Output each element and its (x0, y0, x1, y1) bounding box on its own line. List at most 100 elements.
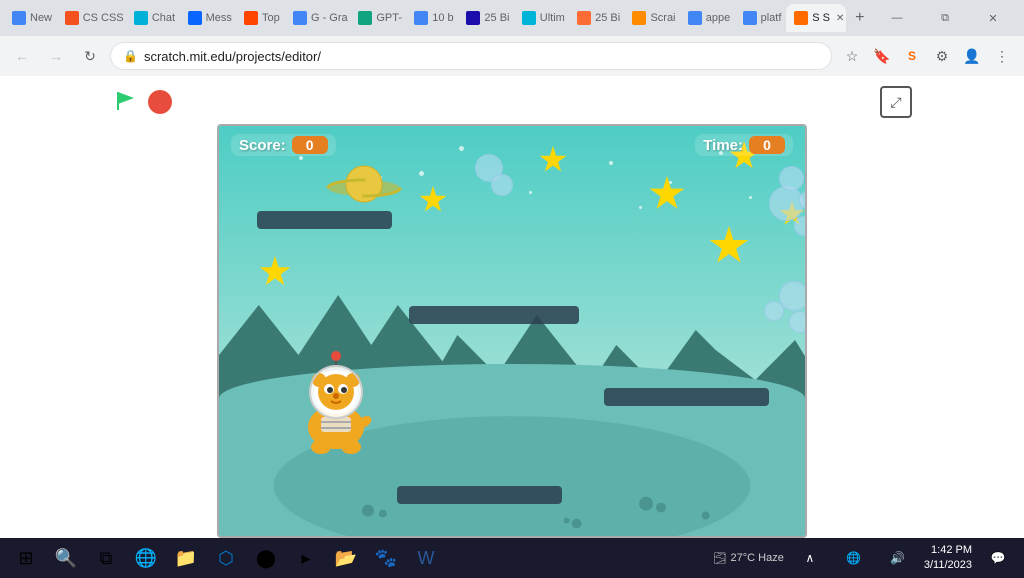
stop-button[interactable] (148, 90, 172, 114)
speck-6 (669, 181, 672, 184)
toolbar-icons: ☆ 🔖 S ⚙ 👤 ⋮ (838, 42, 1016, 70)
taskbar: ⊞ 🔍 ⧉ 🌐 📁 ⬡ ⬤ ▸ 📂 🐾 W 🌫 27°C Haze ∧ 🌐 🔊 … (0, 538, 1024, 578)
tab-css[interactable]: CS CSS (57, 4, 124, 32)
speck-8 (749, 196, 752, 199)
tab-scratch-active[interactable]: S S ✕ (786, 4, 845, 32)
menu-icon[interactable]: ⋮ (988, 42, 1016, 70)
restore-button[interactable]: ⧉ (922, 4, 968, 32)
tab-scrai-label: Scrai (650, 12, 675, 24)
taskbar-right: 🌫 27°C Haze ∧ 🌐 🔊 1:42 PM 3/11/2023 💬 (713, 540, 1016, 576)
tab-ultim-label: Ultim (540, 12, 565, 24)
extension-icon[interactable]: ⚙ (928, 42, 956, 70)
platform-4 (397, 486, 562, 504)
volume-icon[interactable]: 🔊 (880, 540, 916, 576)
platform-1 (257, 211, 392, 229)
back-button[interactable]: ← (8, 42, 36, 70)
word-button[interactable]: W (408, 540, 444, 576)
speck-4 (529, 191, 532, 194)
file-explorer-button[interactable]: 📁 (168, 540, 204, 576)
bubble-4 (779, 166, 804, 191)
tab-gpt-favicon (358, 11, 372, 25)
tab-gpt-label: GPT- (376, 12, 402, 24)
bookmark-star-icon[interactable]: ☆ (838, 42, 866, 70)
tab-css-favicon (65, 11, 79, 25)
close-button[interactable]: ✕ (970, 4, 1016, 32)
address-bar[interactable]: 🔒 scratch.mit.edu/projects/editor/ (110, 42, 832, 70)
tab-scrai-favicon (632, 11, 646, 25)
bookmark-icon[interactable]: 🔖 (868, 42, 896, 70)
chrome-button[interactable]: ⬤ (248, 540, 284, 576)
tab-top-favicon (244, 11, 258, 25)
system-tray-up[interactable]: ∧ (792, 540, 828, 576)
notification-button[interactable]: 💬 (980, 540, 1016, 576)
lock-icon: 🔒 (123, 49, 138, 63)
network-icon[interactable]: 🌐 (836, 540, 872, 576)
weather-text: 27°C Haze (731, 552, 784, 564)
bubble-5 (794, 216, 807, 236)
window-controls: — ⧉ ✕ (874, 4, 1020, 32)
search-button[interactable]: 🔍 (48, 540, 84, 576)
browser-chrome: New CS CSS Chat Mess Top G - Gra GPT- 1 (0, 0, 1024, 76)
tab-new-tab[interactable]: New (4, 4, 55, 32)
weather-info: 🌫 27°C Haze (713, 552, 784, 565)
tab-new-favicon (12, 11, 26, 25)
start-button[interactable]: ⊞ (8, 540, 44, 576)
tab-25bi-2[interactable]: 25 Bi (569, 4, 622, 32)
tab-mess-favicon (188, 11, 202, 25)
current-time: 1:42 PM (924, 543, 972, 558)
tab-mess-label: Mess (206, 12, 232, 24)
edge-button[interactable]: 🌐 (128, 540, 164, 576)
tab-25bi2-favicon (577, 11, 591, 25)
time-label: Time: (703, 137, 743, 154)
tab-plat-favicon (743, 11, 757, 25)
tab-ultim[interactable]: Ultim (514, 4, 567, 32)
platform-2 (409, 306, 579, 324)
tab-top[interactable]: Top (236, 4, 283, 32)
score-value: 0 (292, 136, 328, 154)
game-canvas: Score: 0 Time: 0 (217, 124, 807, 538)
hud: Score: 0 Time: 0 (219, 134, 805, 156)
speck-5 (609, 161, 613, 165)
tab-chat[interactable]: Chat (126, 4, 178, 32)
tab-chat-favicon (134, 11, 148, 25)
tab-top-label: Top (262, 12, 280, 24)
tab-gpt[interactable]: GPT- (350, 4, 404, 32)
weather-icon: 🌫 (713, 552, 727, 565)
explorer-2-button[interactable]: 📂 (328, 540, 364, 576)
profile-icon[interactable]: 👤 (958, 42, 986, 70)
tab-gra-favicon (293, 11, 307, 25)
minimize-button[interactable]: — (874, 4, 920, 32)
time-date-display[interactable]: 1:42 PM 3/11/2023 (924, 543, 972, 574)
tab-10b[interactable]: 10 b (406, 4, 456, 32)
tab-plat[interactable]: platf (735, 4, 785, 32)
tab-mess[interactable]: Mess (180, 4, 234, 32)
tab-25bi1-favicon (466, 11, 480, 25)
forward-button[interactable]: → (42, 42, 70, 70)
tab-25bi2-label: 25 Bi (595, 12, 620, 24)
reload-button[interactable]: ↻ (76, 42, 104, 70)
tab-apps-favicon (688, 11, 702, 25)
tab-scrai[interactable]: Scrai (624, 4, 677, 32)
new-tab-button[interactable]: + (848, 4, 872, 32)
time-display: Time: 0 (695, 134, 793, 156)
tab-25bi-1[interactable]: 25 Bi (458, 4, 511, 32)
taskview-button[interactable]: ⧉ (88, 540, 124, 576)
fullscreen-button[interactable]: ⤢ (880, 86, 912, 118)
tab-apps[interactable]: appe (680, 4, 733, 32)
score-label: Score: (239, 137, 286, 154)
tab-close-icon[interactable]: ✕ (836, 13, 844, 24)
vs-code-button[interactable]: ⬡ (208, 540, 244, 576)
tab-gra[interactable]: G - Gra (285, 4, 348, 32)
tab-css-label: CS CSS (83, 12, 124, 24)
tab-plat-label: platf (761, 12, 782, 24)
time-value: 0 (749, 136, 785, 154)
green-flag-button[interactable] (112, 88, 140, 116)
tab-10b-favicon (414, 11, 428, 25)
extension-s-icon[interactable]: S (898, 42, 926, 70)
scratch-top-bar: ⤢ (112, 86, 912, 118)
speck-1 (299, 156, 303, 160)
tab-new-label: New (30, 12, 52, 24)
terminal-button[interactable]: ▸ (288, 540, 324, 576)
scratch-button[interactable]: 🐾 (368, 540, 404, 576)
tab-scratch-favicon (794, 11, 808, 25)
